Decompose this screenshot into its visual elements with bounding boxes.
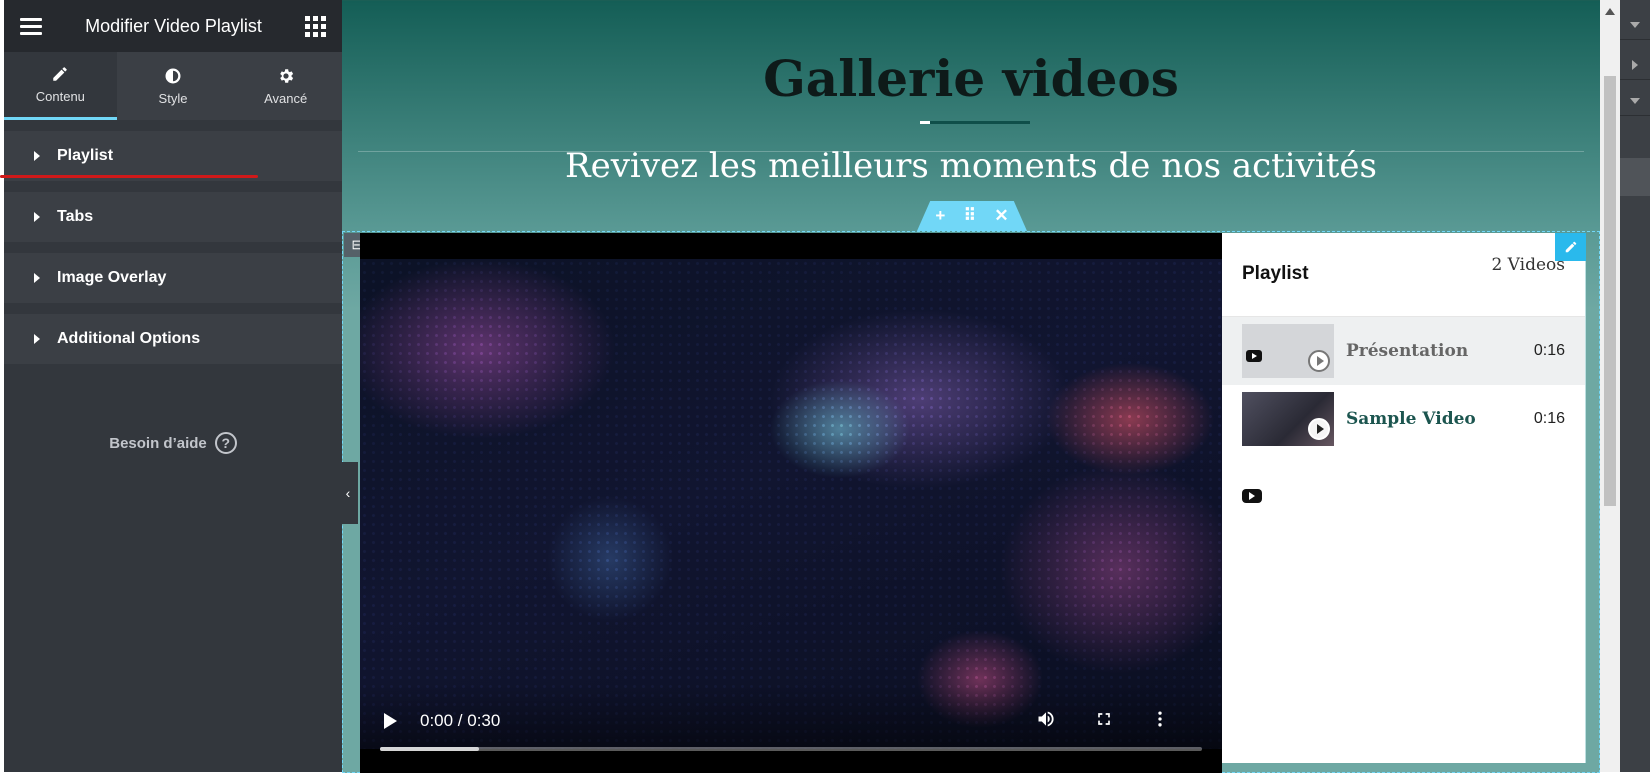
playlist-title: Playlist: [1242, 263, 1309, 284]
playlist-item-title: Présentation: [1346, 341, 1469, 361]
panel-header: Modifier Video Playlist: [4, 0, 342, 52]
chevron-down-icon: [1630, 97, 1640, 104]
page-scrollbar[interactable]: [1600, 0, 1620, 772]
tab-avance[interactable]: Avancé: [229, 52, 342, 120]
section-handle[interactable]: + ⠿ ✕: [917, 201, 1027, 231]
play-icon[interactable]: [384, 713, 397, 729]
hamburger-menu-icon[interactable]: [20, 17, 42, 35]
red-annotation-underline: [0, 175, 258, 178]
panel-tabs: Contenu Style Avancé: [4, 52, 342, 120]
help-label: Besoin d’aide: [109, 434, 207, 452]
video-thumbnail: [1242, 392, 1334, 446]
playlist-item[interactable]: Sample Video 0:16: [1222, 385, 1585, 453]
delete-section-icon[interactable]: ✕: [994, 206, 1008, 226]
scroll-up-icon[interactable]: [1605, 8, 1615, 15]
tab-label: Contenu: [35, 89, 85, 104]
playlist-item-duration: 0:16: [1533, 342, 1565, 359]
playlist-item-duration: 0:16: [1533, 410, 1565, 427]
widgets-grid-icon[interactable]: [305, 15, 326, 37]
help-link[interactable]: Besoin d’aide ?: [4, 432, 342, 454]
video-texture: [360, 259, 1222, 749]
video-thumbnail: [1242, 324, 1334, 378]
section-image-overlay[interactable]: Image Overlay: [4, 253, 342, 303]
pencil-icon: [53, 67, 68, 81]
section-label: Tabs: [57, 208, 94, 225]
play-circle-icon: [1308, 350, 1330, 372]
help-icon: ?: [214, 432, 237, 454]
caret-right-icon: [34, 273, 40, 283]
section-additional-options[interactable]: Additional Options: [4, 314, 342, 364]
side-toolbar: [1620, 0, 1650, 772]
panel-title: Modifier Video Playlist: [85, 15, 262, 36]
caret-right-icon: [34, 212, 40, 222]
edit-widget-icon[interactable]: [1555, 233, 1586, 261]
title-separator: [920, 121, 1030, 124]
gear-icon: [279, 68, 293, 83]
toolbar-dropdown-button[interactable]: [1620, 86, 1650, 116]
preview-area: Gallerie videos Revivez les meilleurs mo…: [342, 0, 1600, 773]
section-label: Playlist: [57, 147, 114, 164]
collapse-panel-button[interactable]: ‹: [338, 462, 358, 524]
toolbar-dropdown-button[interactable]: [1620, 10, 1650, 40]
fullscreen-icon[interactable]: [1094, 709, 1114, 734]
section-label: Image Overlay: [57, 269, 167, 286]
add-section-icon[interactable]: +: [935, 206, 945, 226]
video-progress-bar[interactable]: [380, 747, 1202, 751]
play-circle-icon: [1308, 418, 1330, 440]
caret-right-icon: [34, 151, 40, 161]
video-controls: 0:00 / 0:30: [360, 683, 1222, 773]
playlist-item-title: Sample Video: [1346, 409, 1476, 429]
playlist-header: Playlist 2 Videos: [1222, 233, 1585, 317]
playlist-count: 2 Videos: [1491, 255, 1565, 275]
section-label: Additional Options: [57, 330, 201, 347]
tab-label: Style: [158, 90, 188, 106]
volume-icon[interactable]: [1036, 709, 1056, 734]
toolbar-expand-button[interactable]: [1620, 50, 1650, 80]
playlist-panel: Playlist 2 Videos Présentation 0:16 Samp…: [1222, 233, 1586, 763]
chevron-right-icon: [1632, 59, 1638, 70]
section-tabs[interactable]: Tabs: [4, 192, 342, 242]
caret-right-icon: [34, 334, 40, 344]
drag-handle-icon[interactable]: ⠿: [964, 206, 976, 226]
playlist-item[interactable]: Présentation 0:16: [1222, 317, 1585, 385]
youtube-icon: [1246, 350, 1262, 362]
toolbar-panel: [1620, 158, 1650, 196]
video-time: 0:00 / 0:30: [420, 711, 501, 730]
youtube-icon: [1242, 489, 1262, 503]
tab-style[interactable]: Style: [117, 52, 230, 120]
page-subtitle: Revivez les meilleurs moments de nos act…: [565, 146, 1377, 186]
tab-label: Avancé: [264, 90, 308, 106]
video-frame: [360, 259, 1222, 749]
hero-section: Gallerie videos Revivez les meilleurs mo…: [342, 1, 1600, 773]
contrast-icon: [165, 68, 181, 83]
scrollbar-thumb[interactable]: [1604, 76, 1616, 506]
page-title: Gallerie videos: [763, 49, 1179, 108]
video-progress-fill: [380, 747, 479, 751]
video-player[interactable]: 0:00 / 0:30: [360, 233, 1222, 773]
chevron-down-icon: [1630, 21, 1640, 28]
editor-panel: Modifier Video Playlist Contenu Style Av…: [4, 0, 342, 772]
more-options-icon[interactable]: [1150, 709, 1170, 734]
section-playlist[interactable]: Playlist: [4, 131, 342, 181]
tab-contenu[interactable]: Contenu: [4, 52, 117, 120]
